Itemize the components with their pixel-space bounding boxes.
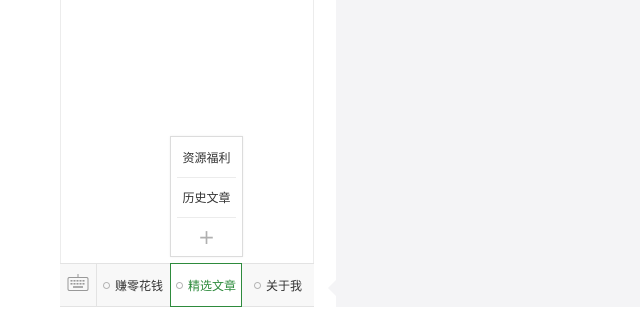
submenu-item-history[interactable]: 历史文章 (177, 177, 236, 218)
menu-item-earn-money[interactable]: 赚零花钱 (97, 264, 169, 306)
menu-item-label: 关于我 (265, 278, 302, 293)
menu-item-featured-articles[interactable]: 精选文章 (170, 263, 242, 307)
menu-item-label: 赚零花钱 (114, 278, 163, 293)
menu-dot-icon (253, 281, 261, 289)
submenu-item-label: 资源福利 (182, 150, 231, 165)
settings-panel (328, 0, 640, 307)
add-submenu-button[interactable]: + (171, 217, 242, 257)
custom-menu-bar: 赚零花钱 精选文章 关于我 (60, 263, 314, 307)
submenu-item-label: 历史文章 (182, 190, 231, 205)
plus-icon: + (198, 225, 215, 249)
menu-item-label: 精选文章 (187, 278, 236, 293)
menu-item-about-me[interactable]: 关于我 (244, 264, 312, 306)
keyboard-toggle-button[interactable] (60, 264, 97, 306)
panel-pointer-arrow (328, 280, 336, 296)
menu-dot-icon (102, 281, 110, 289)
submenu-popup: 资源福利 历史文章 + (170, 136, 243, 257)
submenu-item-resources[interactable]: 资源福利 (177, 137, 236, 178)
menu-dot-icon (175, 281, 183, 289)
keyboard-icon (67, 274, 89, 296)
